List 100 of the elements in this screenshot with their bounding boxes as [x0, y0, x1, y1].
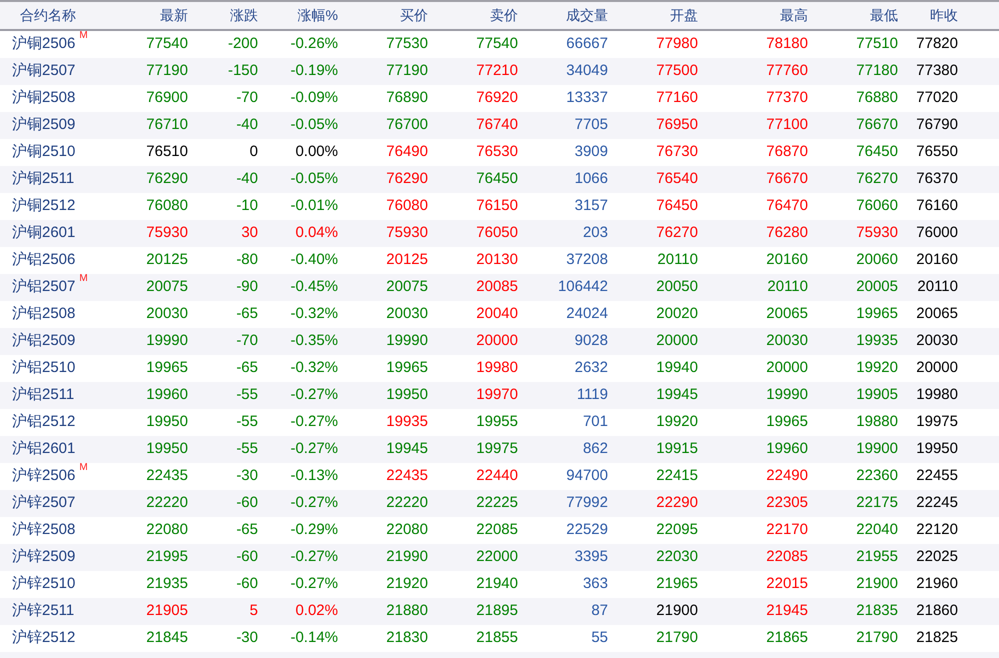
table-cell-text: 20000 — [915, 358, 959, 378]
table-cell-text: 20075 — [145, 277, 188, 298]
table-cell-text: 21920 — [385, 574, 428, 594]
column-header[interactable]: 卖价 — [428, 5, 518, 26]
table-cell-text: 22080 — [385, 520, 428, 540]
table-cell-text: 76670 — [855, 115, 898, 136]
table-cell-text: 19920 — [855, 358, 898, 378]
table-cell-text: 76450 — [475, 169, 518, 190]
table-cell-text: 76890 — [385, 88, 428, 108]
table-cell-text: -90 — [235, 277, 258, 298]
table-cell-text: 20130 — [475, 250, 518, 270]
table-cell-text: -0.29% — [289, 520, 338, 540]
table-cell-text: 77190 — [145, 61, 188, 82]
contract-name: 沪锌2512 — [12, 628, 76, 648]
column-header[interactable]: 买价 — [338, 5, 428, 26]
table-cell-text: 22360 — [855, 466, 898, 486]
table-cell-text: 22095 — [655, 520, 698, 540]
table-cell-text: 21855 — [475, 628, 518, 648]
table-cell-text: 20000 — [475, 331, 518, 352]
table-cell-text: 76550 — [915, 142, 959, 162]
table-cell-text: 19905 — [855, 385, 898, 406]
table-cell-text: 77992 — [565, 493, 608, 514]
table-cell-text: 76740 — [475, 115, 518, 136]
table-cell-text: -40 — [235, 115, 258, 136]
contract-name: 沪铜2508 — [12, 88, 76, 108]
column-header[interactable]: 昨收 — [898, 5, 978, 26]
table-cell-text: -65 — [235, 520, 258, 540]
table-cell-text: 37208 — [565, 250, 608, 270]
table-cell-text: 20110 — [916, 277, 959, 298]
table-cell-text: 0 — [248, 142, 258, 162]
table-cell-text: 22245 — [915, 493, 959, 514]
table-cell-text: -70 — [235, 88, 258, 108]
column-header[interactable]: 合约名称 — [0, 5, 120, 26]
table-cell-text: 77370 — [765, 88, 808, 108]
table-cell-text: 21960 — [915, 574, 959, 594]
table-cell-text: 21860 — [915, 601, 959, 622]
table-cell-text: 20085 — [475, 277, 518, 298]
table-cell-text: 55 — [590, 628, 608, 648]
table-cell-text: 22120 — [915, 520, 959, 540]
table-cell-text: 9028 — [574, 331, 608, 352]
table-cell-text: 19990 — [385, 331, 428, 352]
table-cell-text: 22025 — [915, 547, 959, 568]
table-cell-text: 19945 — [655, 385, 698, 406]
table-cell-text: 19980 — [915, 385, 959, 406]
table-cell-text: 94700 — [565, 466, 608, 486]
table-cell-text: 19945 — [385, 439, 428, 460]
table-cell-text: 76000 — [915, 223, 959, 244]
table-cell-text: -0.32% — [289, 358, 338, 378]
contract-name: 沪锌2509 — [12, 547, 76, 568]
table-cell-text: 77210 — [475, 61, 518, 82]
table-cell-text: 0.00% — [294, 142, 338, 162]
contract-name: 沪铝2507 — [12, 277, 76, 298]
table-cell-text: 19950 — [915, 439, 959, 460]
table-cell-text: 22440 — [475, 466, 518, 486]
column-header[interactable]: 最新 — [120, 5, 188, 26]
table-cell-text: -60 — [235, 547, 258, 568]
main-contract-mark: M — [79, 274, 88, 284]
column-header[interactable]: 涨幅% — [258, 5, 338, 26]
column-header[interactable]: 开盘 — [608, 5, 698, 26]
table-cell-text: 701 — [582, 412, 608, 432]
table-cell-text: -0.27% — [289, 439, 338, 460]
table-cell-text: 22085 — [475, 520, 518, 540]
table-cell-text: 19975 — [915, 412, 959, 432]
table-cell-text: -0.26% — [289, 34, 338, 54]
column-header[interactable]: 涨跌 — [188, 5, 258, 26]
table-cell-text: -0.27% — [289, 412, 338, 432]
table-cell-text: 21865 — [765, 628, 808, 648]
column-header[interactable]: 成交量 — [518, 5, 608, 26]
table-cell-text: -60 — [235, 493, 258, 514]
table-cell-text: 21880 — [385, 601, 428, 622]
table-cell-text: 19990 — [765, 385, 808, 406]
table-cell-text: 76470 — [765, 196, 808, 216]
table-cell-text: 19965 — [855, 304, 898, 324]
table-cell-text: 24024 — [565, 304, 608, 324]
table-cell-text: -55 — [235, 385, 258, 406]
table-cell-text: 21900 — [655, 601, 698, 622]
table-cell-text: 66667 — [565, 34, 608, 54]
table-cell-text: 19950 — [385, 385, 428, 406]
table-cell-text: 76270 — [855, 169, 898, 190]
column-header[interactable]: 最低 — [808, 5, 898, 26]
table-cell-text: 78180 — [765, 34, 808, 54]
table-cell-text: 7705 — [574, 115, 608, 136]
table-cell-text: 21825 — [915, 628, 959, 648]
table-cell-text: 76160 — [915, 196, 959, 216]
table-cell-text: 21845 — [145, 628, 188, 648]
table-cell-text: 22000 — [475, 547, 518, 568]
table-cell-text: -65 — [235, 304, 258, 324]
contract-name: 沪锌2508 — [12, 520, 76, 540]
table-cell-text: 76900 — [145, 88, 188, 108]
table-cell-text: 77760 — [765, 61, 808, 82]
table-cell-text: 22220 — [145, 493, 188, 514]
table-cell-text: 75930 — [145, 223, 188, 244]
table-cell-text: -0.05% — [289, 115, 338, 136]
table-cell-text: 21990 — [385, 547, 428, 568]
table-cell-text: 76280 — [765, 223, 808, 244]
table-cell-text: 77500 — [655, 61, 698, 82]
table-cell-text: 19965 — [385, 358, 428, 378]
column-header[interactable]: 最高 — [698, 5, 808, 26]
table-cell-text: 20110 — [656, 250, 698, 270]
table-cell-text: 20065 — [915, 304, 959, 324]
